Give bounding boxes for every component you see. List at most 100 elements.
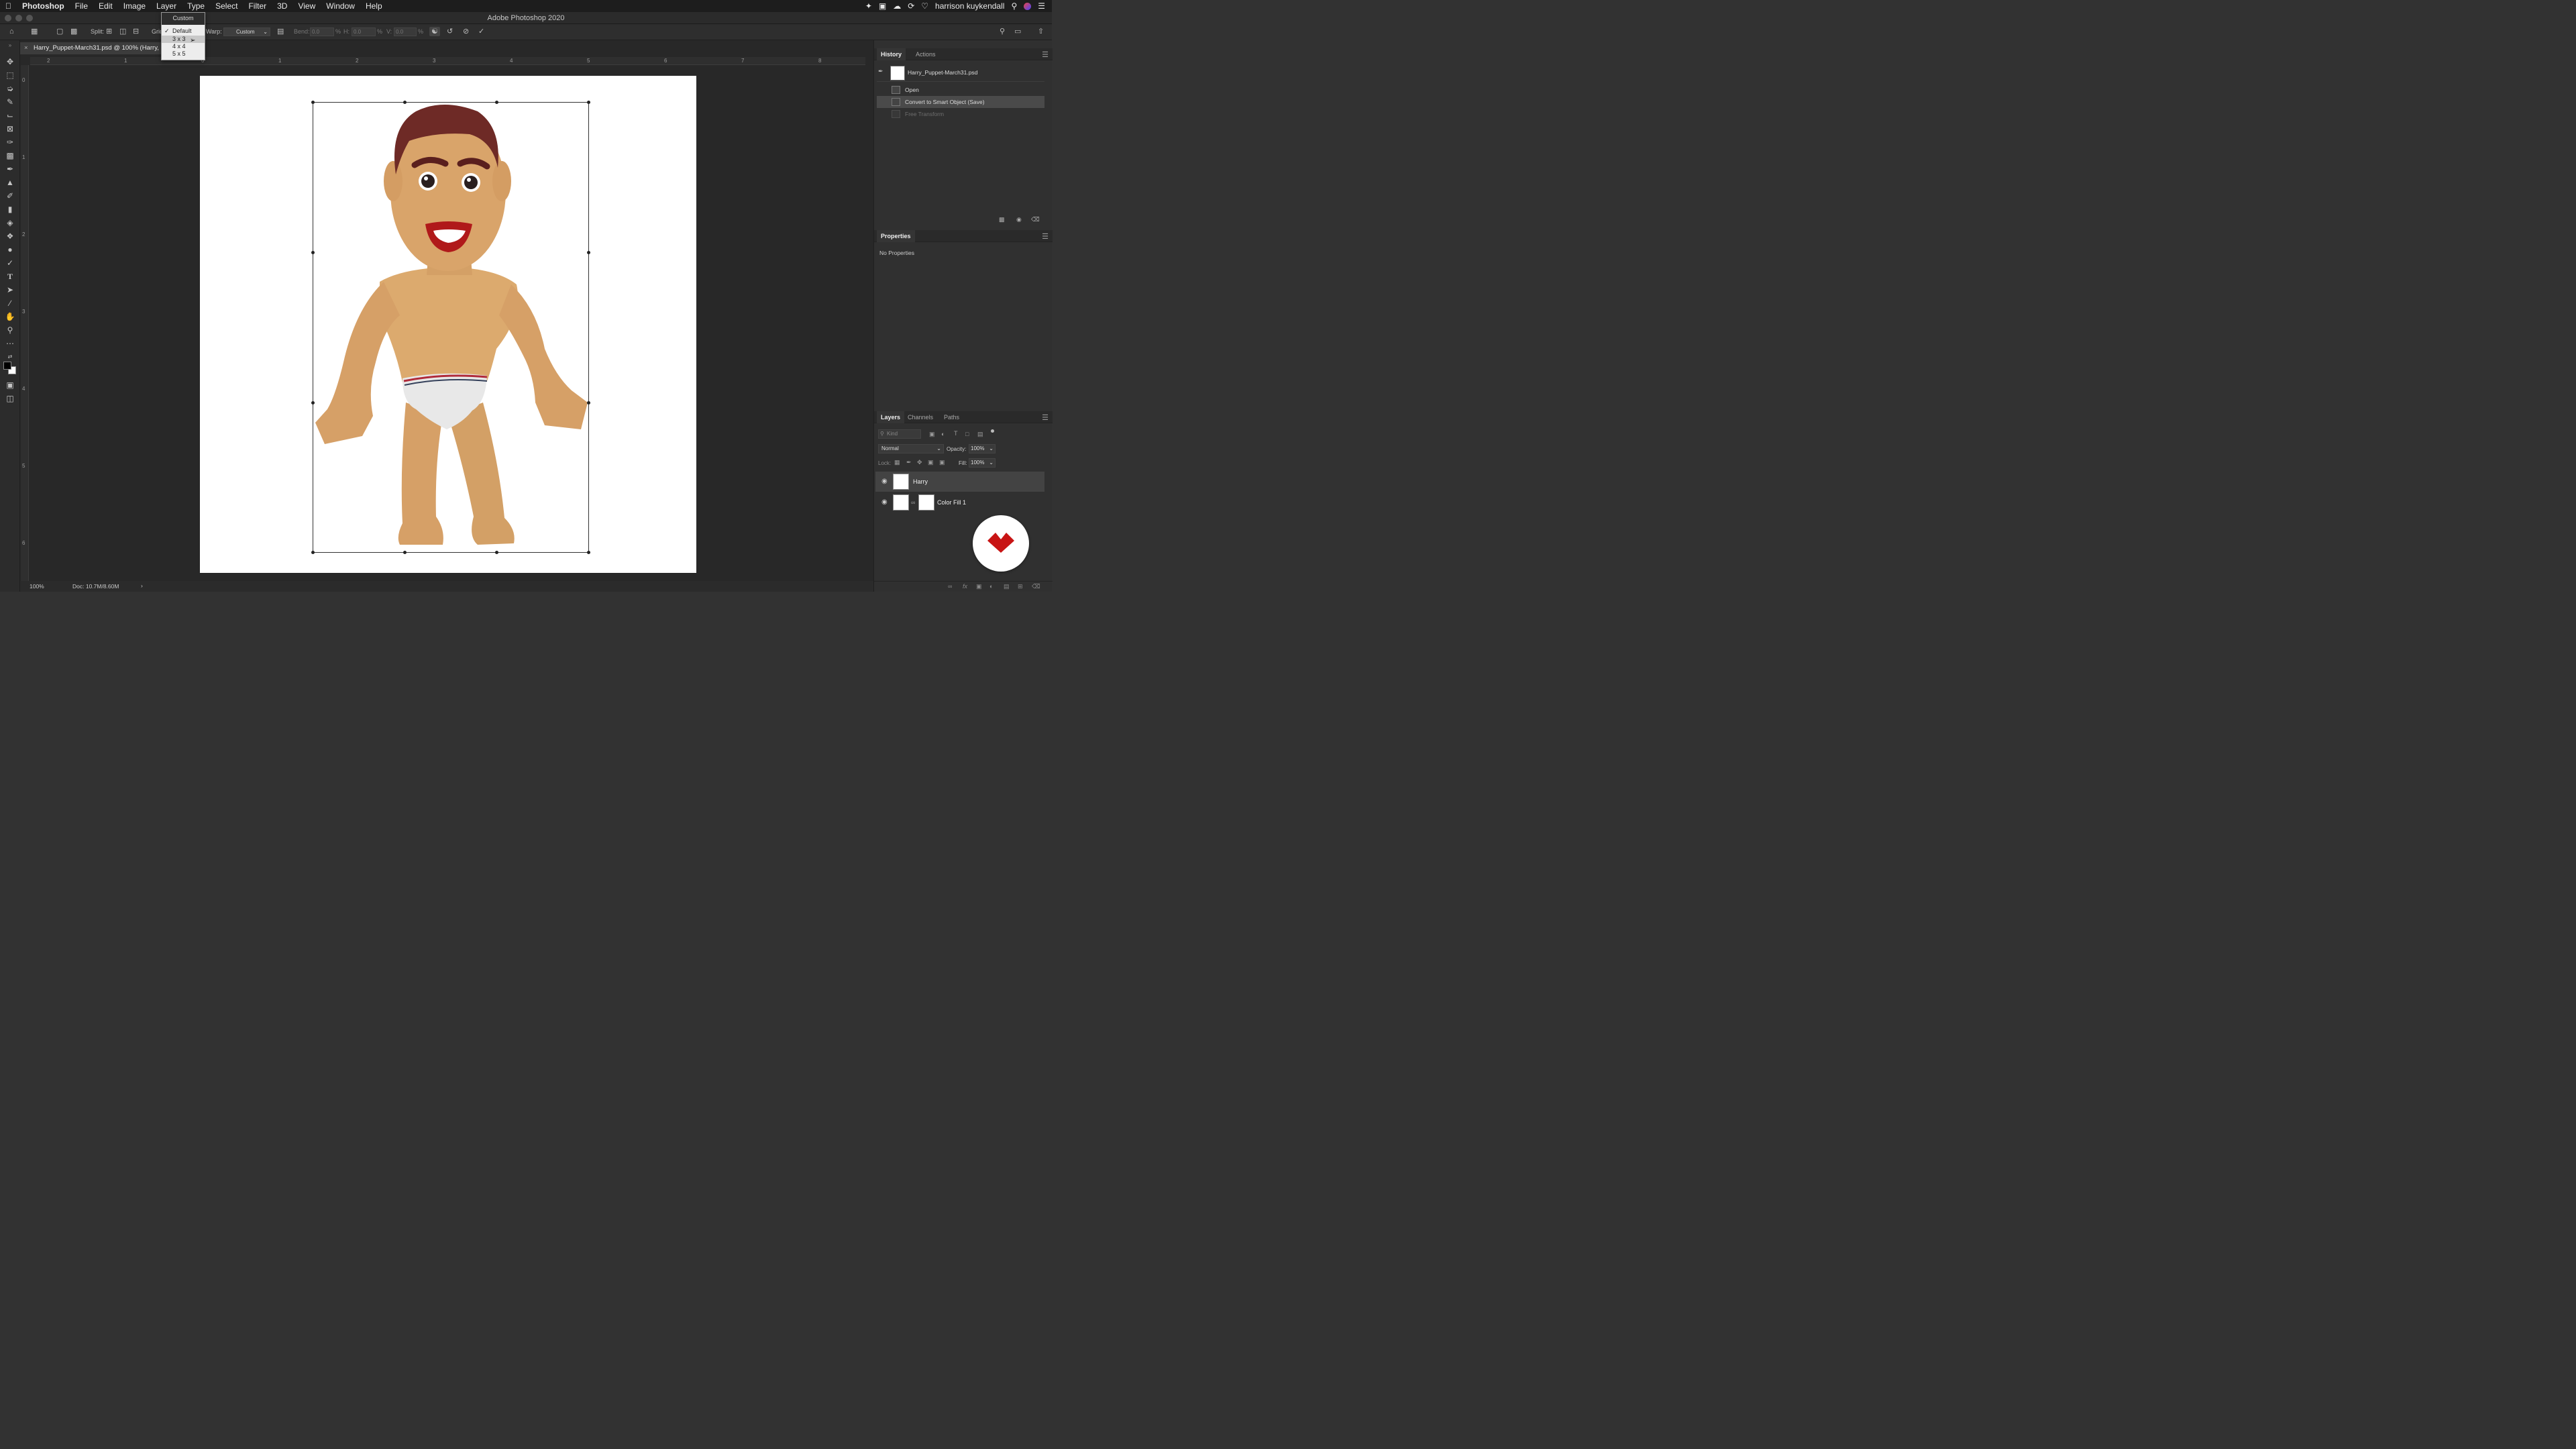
filter-smart-object-icon[interactable]: ▤ <box>977 431 983 438</box>
wifi-icon[interactable]: ♡ <box>921 1 928 11</box>
document-tab[interactable]: × Harry_Puppet-March31.psd @ 100% (Harry… <box>20 42 162 54</box>
layer-row[interactable]: ◉ Harry <box>875 472 1044 492</box>
menu-filter[interactable]: Filter <box>243 1 272 11</box>
hand-tool-icon[interactable]: ✋ <box>4 311 16 322</box>
line-tool-icon[interactable]: ∕ <box>4 298 16 309</box>
reference-point-icon[interactable]: ▩ <box>70 27 77 36</box>
filter-toggle-icon[interactable] <box>991 429 994 433</box>
cloud-icon[interactable]: ☁ <box>893 1 901 11</box>
menu-edit[interactable]: Edit <box>93 1 118 11</box>
v-input[interactable]: 0.0 <box>394 28 417 36</box>
link-icon[interactable]: ∞ <box>911 492 915 513</box>
layer-style-icon[interactable]: fx <box>963 583 967 590</box>
menu-layer[interactable]: Layer <box>151 1 182 11</box>
menu-image[interactable]: Image <box>118 1 151 11</box>
horizontal-ruler[interactable]: 2 1 0 1 2 3 4 5 6 7 8 <box>30 57 865 65</box>
history-snapshot[interactable]: ✒ Harry_Puppet-March31.psd <box>877 64 1044 82</box>
pen-tool-icon[interactable]: ✓ <box>4 258 16 268</box>
puppet-warp-toggle-icon[interactable]: ☯ <box>429 27 440 36</box>
history-step[interactable]: Convert to Smart Object (Save) <box>877 96 1044 108</box>
type-tool-icon[interactable]: T <box>4 271 16 282</box>
tab-properties[interactable]: Properties <box>877 230 915 242</box>
path-selection-tool-icon[interactable]: ➤ <box>4 284 16 295</box>
warp-style-select[interactable]: Custom ⌄ <box>223 28 270 36</box>
transform-handle[interactable] <box>311 401 315 405</box>
collapse-toolbar-icon[interactable]: » <box>4 40 16 51</box>
tab-history[interactable]: History <box>877 48 906 60</box>
display-icon[interactable]: ▣ <box>879 1 886 11</box>
spotlight-icon[interactable]: ⚲ <box>1011 1 1017 11</box>
quick-selection-tool-icon[interactable]: ✎ <box>4 97 16 107</box>
tab-paths[interactable]: Paths <box>940 411 963 423</box>
eyedropper-tool-icon[interactable]: ✑ <box>4 137 16 148</box>
transform-handle[interactable] <box>403 551 407 554</box>
transform-handle[interactable] <box>403 101 407 104</box>
sync-icon[interactable]: ⟳ <box>908 1 914 11</box>
lock-image-icon[interactable]: ✒ <box>906 459 912 466</box>
transform-handle[interactable] <box>587 551 590 554</box>
panel-menu-icon[interactable]: ☰ <box>1042 413 1049 422</box>
reference-point-checkbox[interactable]: ▢ <box>56 27 63 36</box>
panel-menu-icon[interactable]: ☰ <box>1042 50 1049 59</box>
menu-file[interactable]: File <box>70 1 93 11</box>
commit-transform-icon[interactable]: ✓ <box>478 27 484 36</box>
delete-layer-icon[interactable]: ⌫ <box>1032 583 1040 590</box>
camera-icon[interactable]: ◉ <box>1016 216 1022 223</box>
dodge-tool-icon[interactable]: ● <box>4 244 16 255</box>
transform-handle[interactable] <box>311 101 315 104</box>
lasso-tool-icon[interactable]: ➭ <box>4 83 16 94</box>
filter-pixel-icon[interactable]: ▣ <box>929 431 935 438</box>
adjustment-layer-icon[interactable]: ◐ <box>989 583 993 590</box>
siri-icon[interactable] <box>1024 2 1032 10</box>
marquee-tool-icon[interactable]: ⬚ <box>4 70 16 80</box>
menu-window[interactable]: Window <box>321 1 360 11</box>
bluetooth-icon[interactable]: ✦ <box>865 1 872 11</box>
transform-handle[interactable] <box>495 551 498 554</box>
tab-channels[interactable]: Channels <box>904 411 937 423</box>
history-brush-tool-icon[interactable]: ✐ <box>4 191 16 201</box>
grid-option-default[interactable]: ✓ Default <box>162 28 205 35</box>
tab-actions[interactable]: Actions <box>912 48 940 60</box>
paint-bucket-tool-icon[interactable]: ◈ <box>4 217 16 228</box>
grid-option-4x4[interactable]: 4 x 4 <box>162 43 205 50</box>
username[interactable]: harrison kuykendall <box>935 1 1004 11</box>
transform-handle[interactable] <box>311 251 315 254</box>
trash-icon[interactable]: ⌫ <box>1031 216 1040 223</box>
cancel-transform-icon[interactable]: ⊘ <box>463 27 469 36</box>
new-layer-icon[interactable]: ⊞ <box>1018 583 1023 590</box>
notification-center-icon[interactable]: ☰ <box>1038 1 1045 11</box>
history-step[interactable]: Free Transform <box>877 108 1044 120</box>
crop-tool-icon[interactable]: ⌙ <box>4 110 16 121</box>
new-document-from-state-icon[interactable]: ▩ <box>999 216 1005 223</box>
h-input[interactable]: 0.0 <box>352 28 376 36</box>
reset-icon[interactable]: ↺ <box>447 27 453 36</box>
apple-menu-icon[interactable]:  <box>0 1 17 11</box>
transform-bounding-box[interactable] <box>311 101 590 554</box>
blend-mode-select[interactable]: Normal ⌄ <box>878 444 944 453</box>
split-horizontal-icon[interactable]: ⊟ <box>133 27 139 36</box>
transform-handle[interactable] <box>587 251 590 254</box>
new-group-icon[interactable]: ▤ <box>1004 583 1010 590</box>
screen-mode-icon[interactable]: ◫ <box>4 393 16 404</box>
layer-row[interactable]: ◉ ∞ Color Fill 1 <box>875 492 1044 513</box>
zoom-tool-icon[interactable]: ⚲ <box>4 325 16 335</box>
filter-adjustment-icon[interactable]: ◐ <box>941 431 945 437</box>
warp-orientation-icon[interactable]: ▤ <box>277 27 284 36</box>
lock-position-icon[interactable]: ✥ <box>917 459 922 466</box>
filter-type-icon[interactable]: T <box>954 430 958 437</box>
transform-handle[interactable] <box>311 551 315 554</box>
healing-brush-tool-icon[interactable]: ▩ <box>4 150 16 161</box>
menu-3d[interactable]: 3D <box>272 1 292 11</box>
history-brush-source-icon[interactable]: ✒ <box>878 68 883 75</box>
panel-menu-icon[interactable]: ☰ <box>1042 232 1049 241</box>
edit-toolbar-icon[interactable]: ⋯ <box>4 338 16 349</box>
grid-option-3x3[interactable]: 3 x 3 <box>162 36 205 43</box>
home-icon[interactable]: ⌂ <box>9 27 14 36</box>
visibility-eye-icon[interactable]: ◉ <box>881 472 888 492</box>
transform-handle[interactable] <box>587 401 590 405</box>
menu-photoshop[interactable]: Photoshop <box>17 1 70 11</box>
search-icon[interactable]: ⚲ <box>1000 27 1005 36</box>
transform-handle[interactable] <box>495 101 498 104</box>
status-menu-icon[interactable]: › <box>141 582 143 589</box>
layer-name[interactable]: Harry <box>913 472 928 492</box>
